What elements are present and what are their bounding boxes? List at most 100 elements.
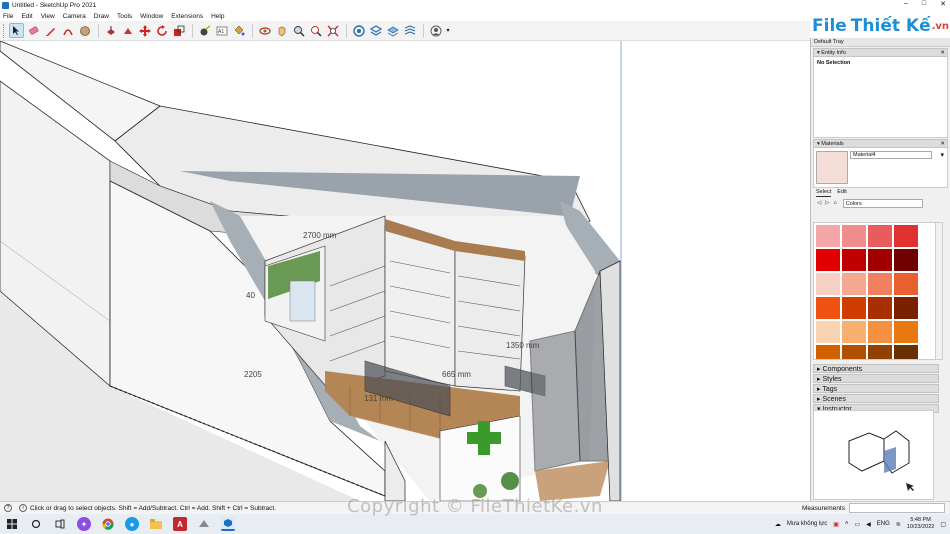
push-pull-tool-icon[interactable] (103, 23, 118, 38)
color-swatch[interactable] (868, 321, 892, 343)
menu-file[interactable]: File (3, 13, 13, 20)
eyedropper-icon[interactable]: ▾ (940, 151, 944, 159)
color-swatch[interactable] (894, 225, 918, 247)
zoom-extents-tool-icon[interactable] (325, 23, 340, 38)
entity-info-header[interactable]: ▾ Entity Info ✕ (813, 48, 948, 57)
zoom-window-tool-icon[interactable] (308, 23, 323, 38)
color-swatch[interactable] (894, 345, 918, 359)
color-swatch[interactable] (816, 225, 840, 247)
color-swatch[interactable] (842, 225, 866, 247)
account-icon[interactable] (428, 23, 443, 38)
move-tool-icon[interactable] (137, 23, 152, 38)
notifications-icon[interactable]: ▢ (940, 521, 946, 528)
extension-warehouse-icon[interactable] (368, 23, 383, 38)
help-icon[interactable]: ? (4, 504, 12, 512)
color-swatch[interactable] (842, 297, 866, 319)
antivirus-icon[interactable]: ▣ (833, 521, 839, 528)
eraser-tool-icon[interactable] (26, 23, 41, 38)
material-thumbnail[interactable] (816, 151, 848, 184)
color-swatch[interactable] (816, 321, 840, 343)
tape-measure-tool-icon[interactable] (197, 23, 212, 38)
pencil-line-tool-icon[interactable] (43, 23, 58, 38)
weather-text[interactable]: Mưa không lực (787, 521, 827, 527)
tab-select[interactable]: Select (816, 188, 832, 197)
color-swatch[interactable] (868, 225, 892, 247)
account-dropdown-chevron-down-icon[interactable]: ▾ (445, 23, 451, 38)
menu-draw[interactable]: Draw (94, 13, 109, 20)
tags-header[interactable]: ▸ Tags (813, 384, 939, 393)
menu-edit[interactable]: Edit (21, 13, 32, 20)
minimize-button[interactable]: – (904, 0, 908, 8)
color-swatch[interactable] (868, 249, 892, 271)
color-swatch[interactable] (816, 249, 840, 271)
forward-arrow-icon[interactable]: ▷ (825, 200, 829, 206)
pan-tool-icon[interactable] (274, 23, 289, 38)
windows-start-icon[interactable] (5, 517, 19, 531)
color-swatch[interactable] (816, 273, 840, 295)
app-icon[interactable] (197, 517, 211, 531)
task-view-icon[interactable] (53, 517, 67, 531)
modeling-viewport[interactable]: 2700 mm 2205 40 1350 mm 665 mm 131 mm (0, 41, 810, 501)
color-swatch[interactable] (868, 297, 892, 319)
chrome-icon[interactable] (101, 517, 115, 531)
autocad-icon[interactable]: A (173, 517, 187, 531)
clock[interactable]: 5:48 PM 10/23/2022 (907, 517, 935, 531)
volume-icon[interactable]: ◀ (866, 521, 871, 528)
color-swatch[interactable] (816, 297, 840, 319)
color-swatch[interactable] (842, 321, 866, 343)
messenger-icon[interactable]: ✦ (77, 517, 91, 531)
color-swatch[interactable] (894, 321, 918, 343)
extension-manager-icon[interactable] (402, 23, 417, 38)
menu-view[interactable]: View (41, 13, 55, 20)
color-swatch[interactable] (894, 249, 918, 271)
warehouse-icon[interactable] (351, 23, 366, 38)
zalo-icon[interactable]: ● (125, 517, 139, 531)
color-swatch[interactable] (842, 345, 866, 359)
close-button[interactable]: ✕ (940, 0, 946, 8)
tab-edit[interactable]: Edit (837, 188, 846, 197)
color-swatch[interactable] (842, 273, 866, 295)
info-icon[interactable]: i (19, 504, 27, 512)
menu-extensions[interactable]: Extensions (171, 13, 203, 20)
menu-tools[interactable]: Tools (117, 13, 132, 20)
measurements-input[interactable] (849, 503, 945, 513)
chevron-up-icon[interactable]: ˄ (845, 521, 849, 527)
layout-icon[interactable] (385, 23, 400, 38)
orbit-tool-icon[interactable] (257, 23, 272, 38)
color-swatch[interactable] (894, 297, 918, 319)
search-icon[interactable] (29, 517, 43, 531)
color-swatch[interactable] (868, 273, 892, 295)
follow-me-tool-icon[interactable] (120, 23, 135, 38)
color-swatch[interactable] (842, 249, 866, 271)
arc-tool-icon[interactable] (60, 23, 75, 38)
styles-header[interactable]: ▸ Styles (813, 374, 939, 383)
color-swatch[interactable] (894, 273, 918, 295)
material-name-field[interactable]: Material4 (850, 151, 932, 159)
file-explorer-icon[interactable] (149, 517, 163, 531)
color-swatch[interactable] (816, 345, 840, 359)
dimension-tool-icon[interactable]: A1 (214, 23, 229, 38)
language-indicator[interactable]: ENG (877, 521, 890, 527)
zoom-tool-icon[interactable] (291, 23, 306, 38)
scale-tool-icon[interactable] (171, 23, 186, 38)
maximize-button[interactable]: □ (922, 0, 926, 8)
menu-camera[interactable]: Camera (63, 13, 86, 20)
menu-window[interactable]: Window (140, 13, 163, 20)
sketchup-taskbar-icon[interactable] (221, 517, 235, 531)
network-icon[interactable]: ▭ (854, 521, 860, 528)
color-swatch[interactable] (868, 345, 892, 359)
select-tool-icon[interactable] (9, 23, 24, 38)
toolbar-grip[interactable] (3, 23, 6, 38)
shape-tool-icon[interactable] (77, 23, 92, 38)
wifi-icon[interactable]: ≋ (896, 521, 901, 528)
rotate-tool-icon[interactable] (154, 23, 169, 38)
scenes-header[interactable]: ▸ Scenes (813, 394, 939, 403)
collection-select[interactable]: Colors (842, 198, 923, 208)
paint-bucket-tool-icon[interactable] (231, 23, 246, 38)
components-header[interactable]: ▸ Components (813, 364, 939, 373)
menu-help[interactable]: Help (211, 13, 224, 20)
materials-header[interactable]: ▾ Materials ✕ (813, 139, 948, 148)
back-arrow-icon[interactable]: ◁ (817, 200, 821, 206)
close-icon[interactable]: ✕ (940, 49, 945, 58)
swatch-scrollbar[interactable] (935, 223, 942, 359)
